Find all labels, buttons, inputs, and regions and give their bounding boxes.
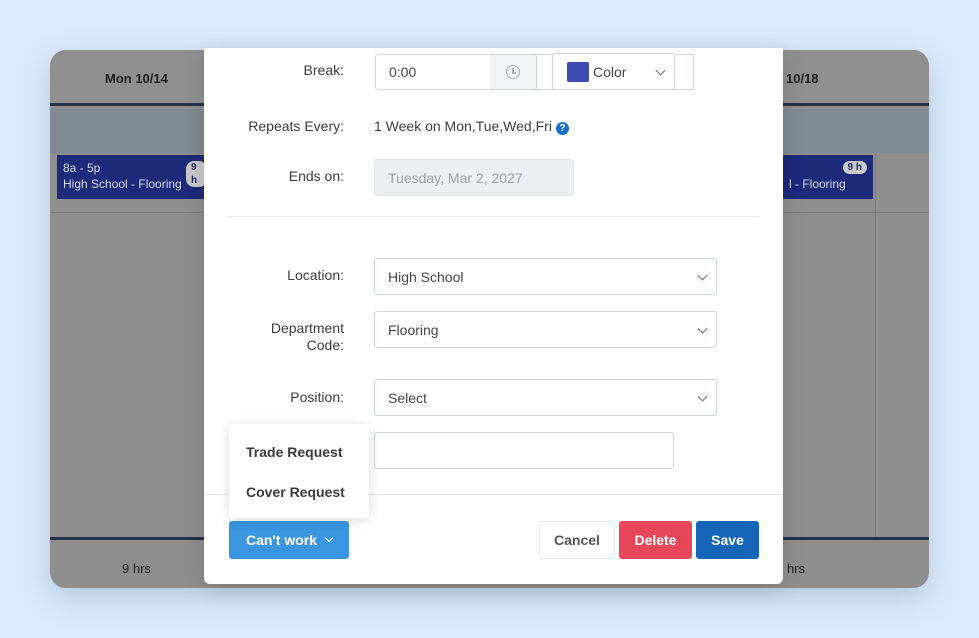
help-icon[interactable]: ? [555, 122, 569, 135]
cant-work-label: Can't work [245, 532, 317, 548]
total-hours: 9 hrs [122, 561, 151, 576]
chevron-down-icon [324, 533, 334, 543]
location-value: High School [388, 268, 464, 285]
repeats-label: Repeats Every: [248, 118, 344, 134]
clock-icon [506, 65, 520, 79]
color-select[interactable]: Color [552, 53, 675, 90]
break-clock-button[interactable] [490, 54, 537, 90]
department-label-line: Code: [306, 337, 344, 353]
shift-block[interactable]: 8a - 5p High School - Flooring 9 h [57, 155, 207, 199]
shift-time: 8a - 5p [63, 161, 101, 175]
position-select[interactable]: Select [374, 379, 717, 416]
department-value: Flooring [388, 321, 439, 338]
chevron-down-icon [655, 65, 666, 76]
cant-work-button[interactable]: Can't work [229, 521, 349, 559]
delete-button[interactable]: Delete [619, 521, 692, 559]
repeats-text: 1 Week on Mon,Tue,Wed,Fri [374, 118, 552, 134]
save-button[interactable]: Save [696, 521, 759, 559]
color-label: Color [593, 63, 627, 80]
chevron-down-icon [697, 323, 708, 334]
ends-on-input[interactable]: Tuesday, Mar 2, 2027 [374, 159, 574, 196]
department-label-line: Department [270, 320, 344, 336]
shift-block[interactable]: l - Flooring 9 h [783, 155, 873, 199]
break-label: Break: [303, 62, 344, 78]
repeats-value: 1 Week on Mon,Tue,Wed,Fri? [374, 118, 569, 135]
day-header-mon[interactable]: Mon 10/14 [105, 71, 168, 86]
department-select[interactable]: Flooring [374, 311, 717, 348]
department-label: Department Code: [204, 320, 344, 354]
grid-line [875, 153, 876, 537]
section-divider [228, 216, 759, 217]
menu-item-trade-request[interactable]: Trade Request [246, 444, 342, 460]
location-select[interactable]: High School [374, 258, 717, 295]
chevron-down-icon [697, 270, 708, 281]
position-value: Select [388, 389, 427, 406]
chevron-down-icon [697, 391, 708, 402]
notes-input[interactable] [374, 432, 674, 469]
location-label: Location: [287, 267, 344, 283]
break-value: 0:00 [389, 64, 417, 80]
shift-hours-badge: 9 h [842, 161, 867, 174]
shift-label: High School - Flooring [63, 177, 182, 191]
ends-on-label: Ends on: [288, 168, 344, 184]
position-label: Position: [290, 389, 344, 405]
cancel-button[interactable]: Cancel [539, 521, 615, 559]
ends-on-value: Tuesday, Mar 2, 2027 [388, 169, 523, 186]
cant-work-menu: Trade Request Cover Request [229, 424, 369, 518]
shift-label: l - Flooring [789, 177, 846, 191]
day-header-fri[interactable]: 10/18 [786, 71, 819, 86]
menu-item-cover-request[interactable]: Cover Request [246, 484, 345, 500]
total-hours: hrs [787, 561, 806, 576]
color-swatch [567, 61, 589, 82]
